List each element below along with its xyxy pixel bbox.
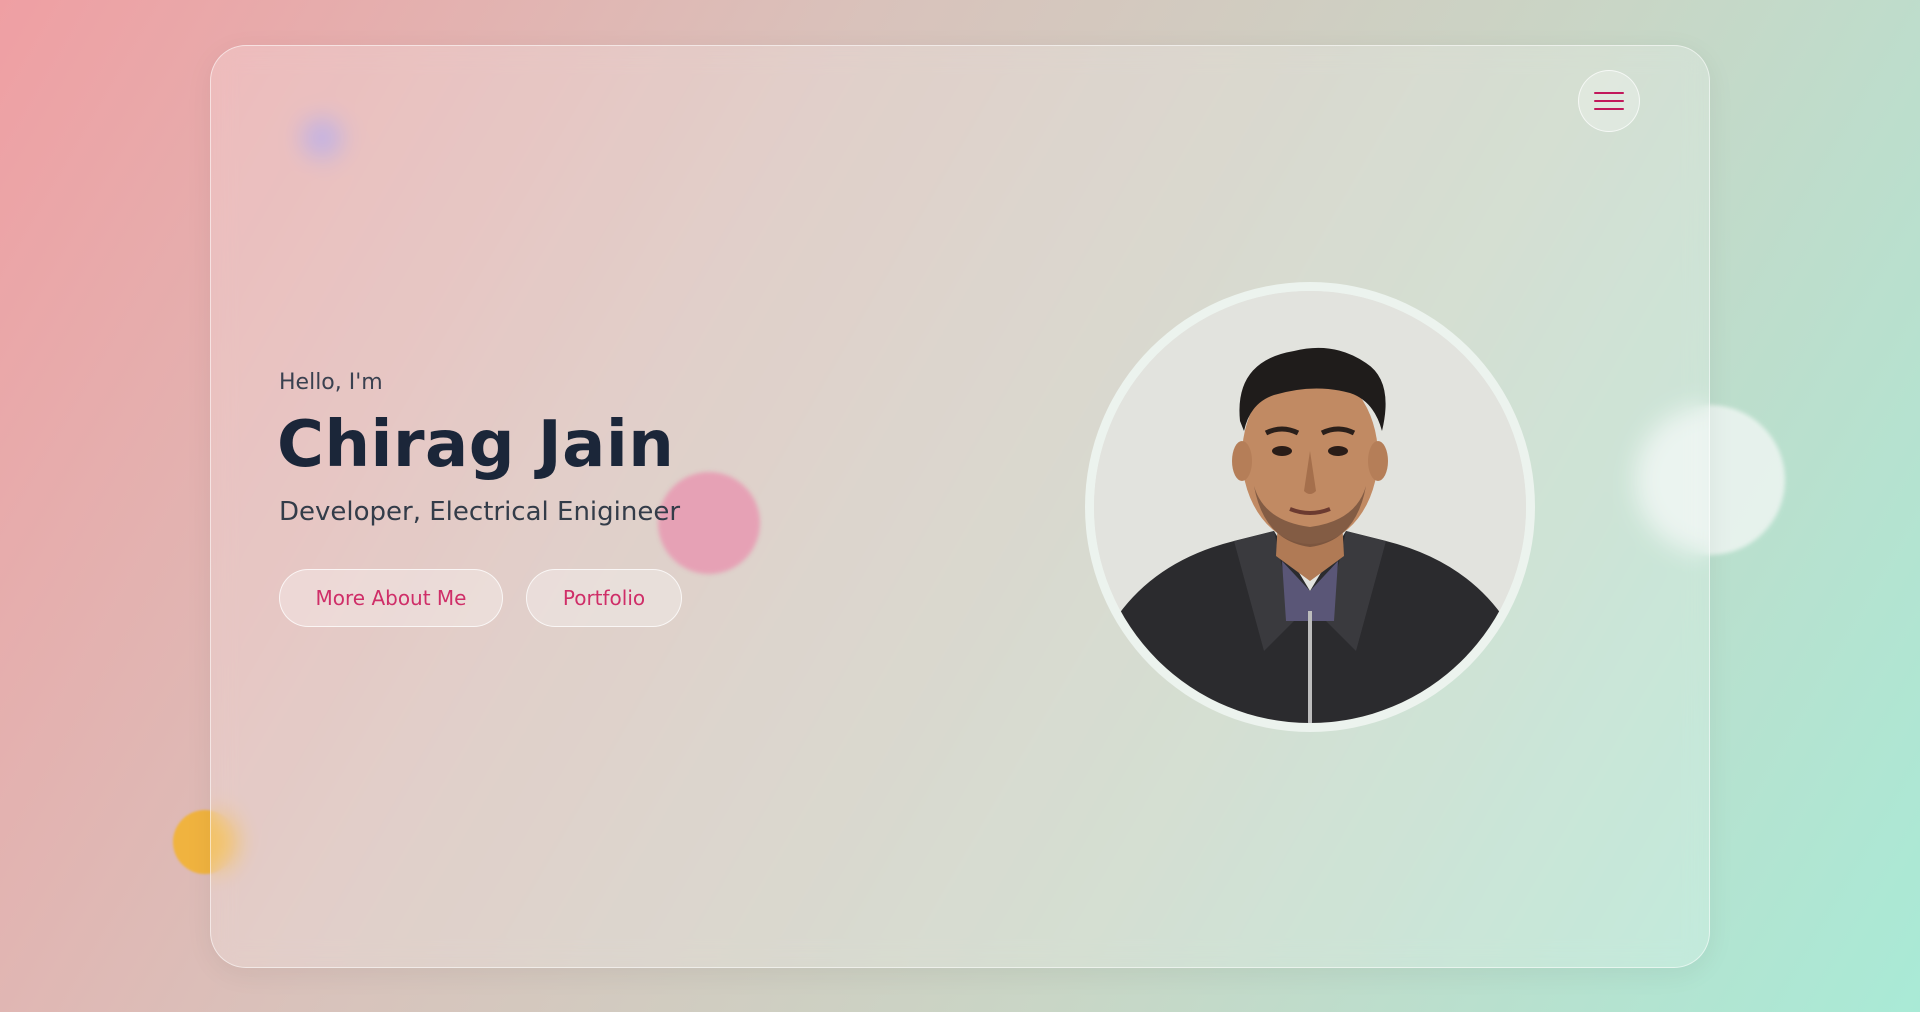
portfolio-button[interactable]: Portfolio xyxy=(526,569,682,627)
profile-photo xyxy=(1094,291,1526,723)
hero-role: Developer, Electrical Enigineer xyxy=(279,497,681,527)
more-about-me-button[interactable]: More About Me xyxy=(279,569,503,627)
menu-button[interactable] xyxy=(1578,70,1640,132)
hamburger-menu-icon xyxy=(1594,90,1624,112)
hero-name: Chirag Jain xyxy=(277,408,675,482)
hero-greeting: Hello, I'm xyxy=(279,370,383,395)
page: Hello, I'm Chirag Jain Developer, Electr… xyxy=(0,0,1920,1012)
profile-avatar xyxy=(1085,282,1535,732)
